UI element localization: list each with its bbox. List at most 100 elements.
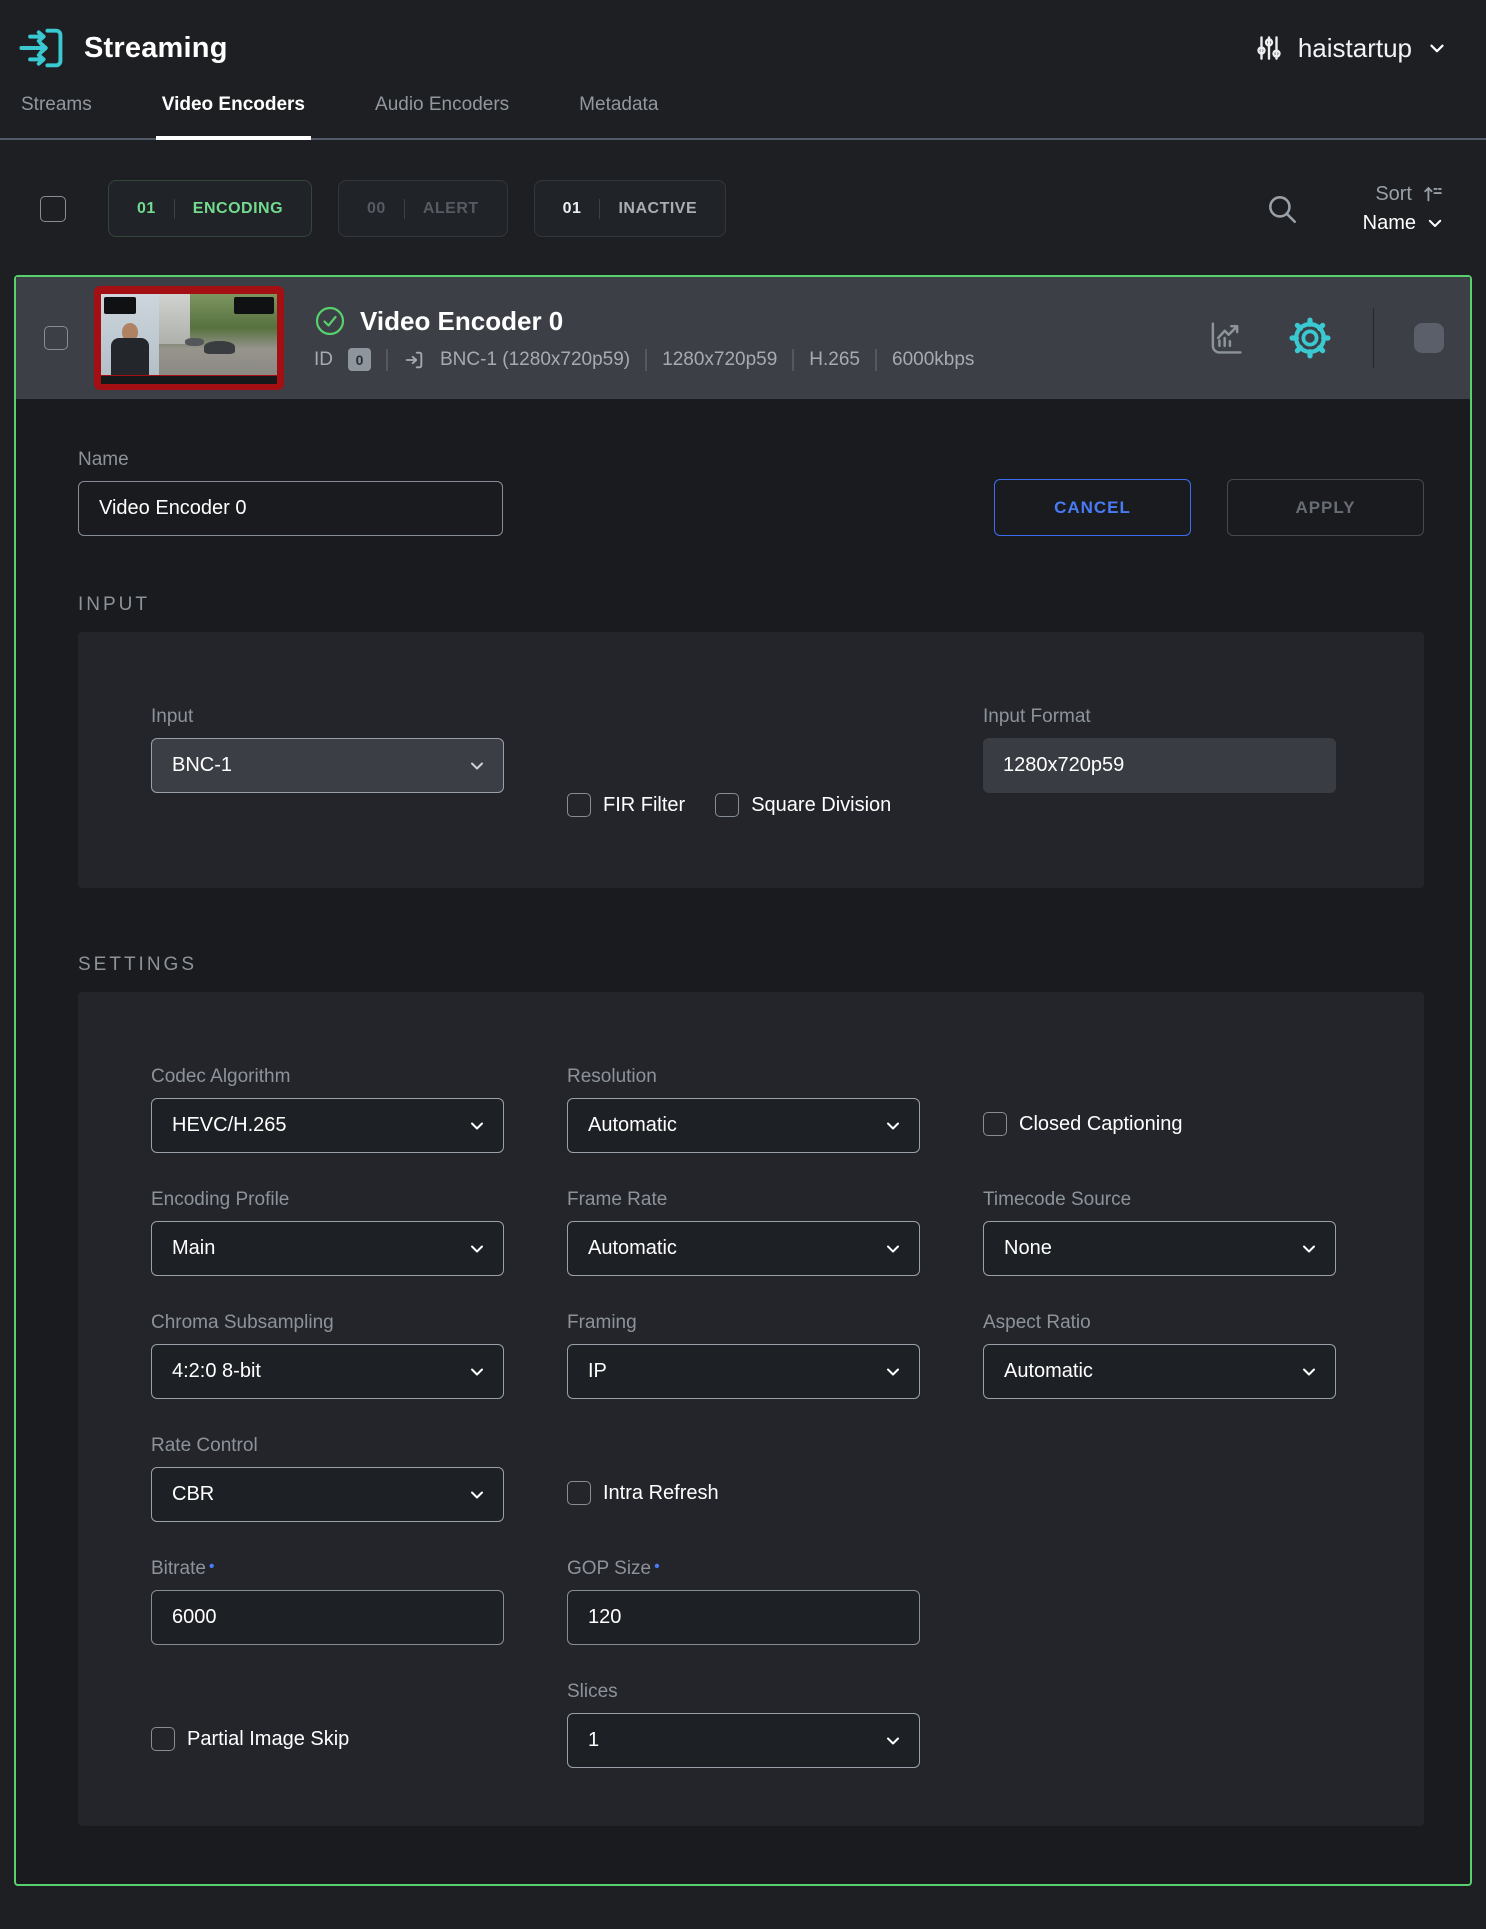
chevron-down-icon (885, 1733, 901, 1749)
sort-ascending-icon[interactable] (1422, 183, 1444, 205)
encoder-title: Video Encoder 0 (360, 306, 563, 337)
encoder-header-actions (1205, 308, 1444, 368)
app-header: Streaming haistartup (0, 0, 1486, 92)
framing-label: Framing (567, 1312, 920, 1334)
resolution-label: Resolution (567, 1066, 920, 1088)
input-select[interactable]: BNC-1 (151, 738, 504, 793)
chevron-down-icon (1301, 1241, 1317, 1257)
intra-refresh-checkbox[interactable]: Intra Refresh (567, 1481, 920, 1505)
bitrate-input[interactable] (151, 1590, 504, 1645)
sort-value-dropdown[interactable]: Name (1363, 212, 1444, 235)
codec-algorithm-select[interactable]: HEVC/H.265 (151, 1098, 504, 1153)
chevron-down-icon (1426, 37, 1448, 59)
tab-audio-encoders[interactable]: Audio Encoders (369, 92, 515, 138)
checkbox-box (151, 1727, 175, 1751)
encoder-id-badge: 0 (348, 348, 371, 371)
tab-metadata[interactable]: Metadata (573, 92, 664, 138)
tab-video-encoders[interactable]: Video Encoders (156, 92, 311, 138)
name-input[interactable] (78, 481, 503, 536)
encoder-thumbnail (94, 286, 284, 390)
search-icon[interactable] (1265, 192, 1299, 226)
chevron-down-icon (469, 1241, 485, 1257)
encoder-codec: H.265 (809, 349, 860, 371)
checkbox-box (567, 1481, 591, 1505)
frame-rate-label: Frame Rate (567, 1189, 920, 1211)
divider (386, 349, 388, 371)
alert-count: 00 (367, 200, 386, 218)
slices-select[interactable]: 1 (567, 1713, 920, 1768)
chroma-subsampling-select[interactable]: 4:2:0 8-bit (151, 1344, 504, 1399)
aspect-ratio-select[interactable]: Automatic (983, 1344, 1336, 1399)
framing-select[interactable]: IP (567, 1344, 920, 1399)
inactive-label: INACTIVE (618, 200, 697, 218)
divider (875, 349, 877, 371)
chevron-down-icon (469, 758, 485, 774)
fir-filter-checkbox[interactable]: FIR Filter (567, 793, 685, 817)
filter-encoding-button[interactable]: 01 ENCODING (108, 180, 312, 237)
input-format-value: 1280x720p59 (983, 738, 1336, 793)
square-division-checkbox[interactable]: Square Division (715, 793, 891, 817)
encoder-card-header: Video Encoder 0 ID 0 BNC-1 (1280x720p59)… (16, 277, 1470, 399)
checkbox-box (715, 793, 739, 817)
street-scene-pane (159, 294, 277, 375)
frame-rate-select[interactable]: Automatic (567, 1221, 920, 1276)
closed-captioning-checkbox[interactable]: Closed Captioning (983, 1112, 1336, 1136)
aspect-ratio-label: Aspect Ratio (983, 1312, 1336, 1334)
apply-button[interactable]: APPLY (1227, 479, 1424, 536)
gop-size-input[interactable] (567, 1590, 920, 1645)
input-format-label: Input Format (983, 706, 1336, 728)
fir-filter-label: FIR Filter (603, 794, 685, 817)
chevron-down-icon (469, 1118, 485, 1134)
settings-section-title: SETTINGS (78, 954, 1424, 976)
encoder-select-checkbox[interactable] (44, 326, 68, 350)
filter-alert-button[interactable]: 00 ALERT (338, 180, 508, 237)
chevron-down-icon (885, 1241, 901, 1257)
filter-inactive-button[interactable]: 01 INACTIVE (534, 180, 726, 237)
select-all-checkbox[interactable] (40, 196, 66, 222)
news-anchor-pane (101, 294, 159, 375)
timecode-source-label: Timecode Source (983, 1189, 1336, 1211)
encoding-profile-select[interactable]: Main (151, 1221, 504, 1276)
timecode-source-select[interactable]: None (983, 1221, 1336, 1276)
sort-value: Name (1363, 212, 1416, 235)
encoder-source: BNC-1 (1280x720p59) (440, 349, 630, 371)
account-menu[interactable]: haistartup (1254, 33, 1448, 64)
station-tag (104, 297, 136, 314)
status-ok-icon (314, 305, 346, 337)
input-source-icon (403, 349, 425, 371)
divider (645, 349, 647, 371)
slices-label: Slices (567, 1681, 920, 1703)
divider (404, 199, 405, 219)
encoder-format: 1280x720p59 (662, 349, 777, 371)
square-division-label: Square Division (751, 794, 891, 817)
stats-icon[interactable] (1205, 317, 1247, 359)
divider (1373, 308, 1374, 368)
encoder-form: Name CANCEL APPLY INPUT Input BNC-1 (16, 399, 1470, 1884)
rate-control-select[interactable]: CBR (151, 1467, 504, 1522)
encoder-id-label: ID (314, 349, 333, 371)
tab-streams[interactable]: Streams (15, 92, 98, 138)
chevron-down-icon (469, 1364, 485, 1380)
input-label: Input (151, 706, 504, 728)
chevron-down-icon (1426, 214, 1444, 232)
encoding-label: ENCODING (193, 200, 283, 218)
input-select-value: BNC-1 (172, 754, 232, 777)
partial-image-skip-checkbox[interactable]: Partial Image Skip (151, 1727, 504, 1751)
name-label: Name (78, 449, 503, 471)
divider (174, 199, 175, 219)
input-section-panel: Input BNC-1 FIR Filter Square Division (78, 632, 1424, 888)
bitrate-label: Bitrate (151, 1558, 504, 1580)
input-section-title: INPUT (78, 594, 1424, 616)
encoder-card: Video Encoder 0 ID 0 BNC-1 (1280x720p59)… (14, 275, 1472, 1886)
resolution-select[interactable]: Automatic (567, 1098, 920, 1153)
divider (599, 199, 600, 219)
chevron-down-icon (885, 1118, 901, 1134)
cancel-button[interactable]: CANCEL (994, 479, 1191, 536)
chevron-down-icon (469, 1487, 485, 1503)
sort-label: Sort (1375, 183, 1412, 206)
settings-gear-icon[interactable] (1287, 315, 1333, 361)
encoder-meta-row: ID 0 BNC-1 (1280x720p59) 1280x720p59 H.2… (314, 348, 974, 371)
encoder-selected-checkbox[interactable] (1414, 323, 1444, 353)
sort-block: Sort Name (1363, 183, 1444, 235)
alert-label: ALERT (423, 200, 479, 218)
